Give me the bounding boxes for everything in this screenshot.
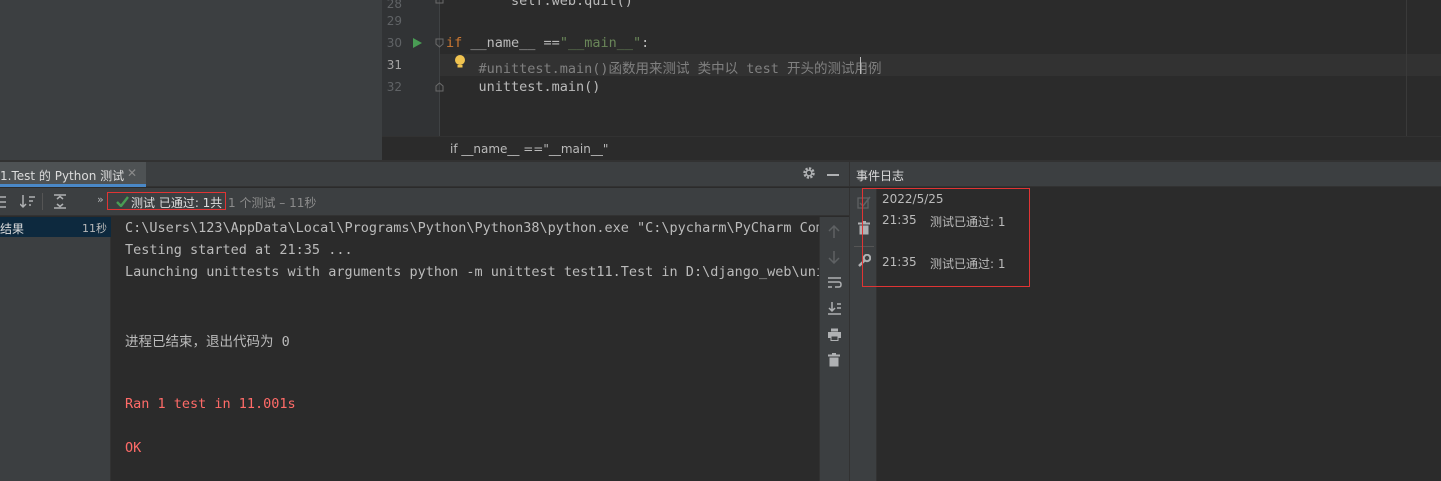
test-runner-toolbar: » 测试 已通过: 1共 1 个测试 – 11秒 [0,188,849,216]
right-margin-guide [1406,0,1407,136]
code-token: if [446,35,463,51]
arrow-down-icon[interactable] [828,250,840,264]
line-number: 32 [386,80,402,94]
soft-wrap-icon[interactable] [827,276,842,289]
tab-label: 1.Test 的 Python 测试 [0,169,125,183]
editor-gutter: 28 29 30 31 32 [382,0,444,136]
event-log-title: 事件日志 [856,169,905,183]
annotation-highlight-box [862,188,1030,287]
line-number: 31 [386,58,402,72]
text-caret [860,57,861,74]
tree-row-label: 结果 [0,222,25,236]
toolbar-separator [42,193,43,210]
code-token: __name__ == [462,35,560,51]
tree-row-duration: 11秒 [82,222,107,235]
console-output[interactable]: C:\Users\123\AppData\Local\Programs\Pyth… [112,217,819,481]
scroll-to-end-icon[interactable] [827,301,842,315]
test-summary: 1 个测试 – 11秒 [228,196,317,210]
code-token: self.web.quit() [446,0,633,9]
breadcrumb-bar: if __name__ =="__main__" [382,136,1441,160]
test-results-tree: 结果 11秒 [0,217,111,481]
run-gutter-icon[interactable] [412,38,422,48]
code-token: : [641,35,650,51]
code-token: "__main__" [559,35,642,51]
more-icon[interactable]: » [97,193,104,206]
code-token: #unittest.main()函数用来测试 类中以 test 开头的测试用例 [446,61,882,77]
console-line: Testing started at 21:35 ... [125,242,353,258]
breadcrumb[interactable]: if __name__ =="__main__" [450,142,608,156]
line-number: 30 [386,36,402,50]
minimize-icon[interactable] [827,174,839,176]
test-tree-row-results[interactable]: 结果 11秒 [0,217,111,237]
sort-by-duration-icon[interactable] [20,194,36,209]
console-side-toolbar [819,217,849,481]
print-icon[interactable] [827,328,842,341]
tab-python-tests[interactable]: 1.Test 的 Python 测试 ✕ [0,162,146,187]
gear-icon[interactable] [802,166,816,180]
console-line: 进程已结束，退出代码为 0 [125,334,290,350]
run-tool-window-header: 1.Test 的 Python 测试 ✕ [0,162,849,187]
project-panel-area [0,0,382,160]
code-line-30: if __name__ =="__main__": [446,35,649,51]
console-line: OK [125,440,142,456]
code-editor[interactable]: 28 29 30 31 32 self.web.quit() if __name… [382,0,1441,160]
console-line: Launching unittests with arguments pytho… [125,264,819,280]
line-number: 29 [386,14,402,28]
code-line-31: #unittest.main()函数用来测试 类中以 test 开头的测试用例 [446,57,882,77]
event-log-header: 事件日志 [849,162,1441,187]
expand-all-icon[interactable] [53,194,67,209]
fold-marker-icon[interactable] [435,38,444,48]
console-line: C:\Users\123\AppData\Local\Programs\Pyth… [125,220,819,236]
console-line: Ran 1 test in 11.001s [125,396,296,412]
fold-end-marker-icon[interactable] [435,82,444,92]
trash-icon[interactable] [828,353,840,367]
fold-end-marker-icon[interactable] [435,0,444,4]
arrow-up-icon[interactable] [828,225,840,239]
sort-alphabetically-icon[interactable] [0,195,10,209]
test-status-label: 测试 已通过: 1共 [131,196,223,210]
line-number: 28 [386,0,402,11]
code-token: unittest.main() [446,79,601,95]
code-line-28: self.web.quit() [446,0,633,9]
code-line-32: unittest.main() [446,79,601,95]
close-icon[interactable]: ✕ [127,166,137,180]
checkmark-icon [116,196,129,207]
